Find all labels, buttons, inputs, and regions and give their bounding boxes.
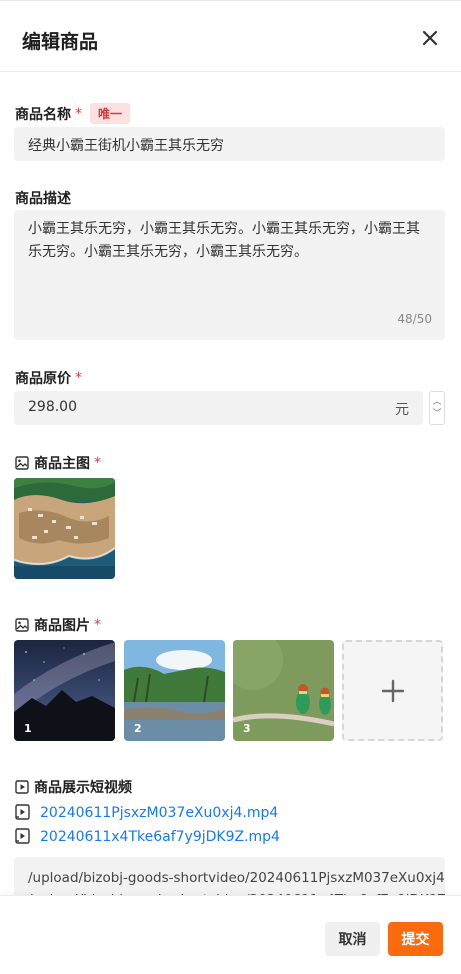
description-text: 小霸王其乐无穷，小霸王其乐无穷。小霸王其乐无穷，小霸王其乐无穷。小霸王其乐无穷，… xyxy=(28,221,420,260)
price-stepper[interactable]: ︿ ﹀ xyxy=(429,391,445,425)
video-file-link-1[interactable]: 20240611PjsxzM037eXu0xj4.mp4 xyxy=(15,804,278,821)
image-thumbnail-1[interactable]: 1 xyxy=(14,640,115,741)
images-label: 商品图片 * xyxy=(15,615,101,635)
coastal-town-photo xyxy=(14,478,115,579)
image-thumbnail-2[interactable]: 2 xyxy=(124,640,225,741)
price-unit: 元 xyxy=(395,402,409,418)
unique-badge: 唯一 xyxy=(90,103,131,124)
required-mark: * xyxy=(94,617,101,633)
dialog-header: 编辑商品 xyxy=(0,0,461,72)
image-thumbnail-3[interactable]: 3 xyxy=(233,640,334,741)
video-file-icon xyxy=(15,804,30,820)
required-mark: * xyxy=(75,105,82,122)
name-label: 商品名称 * 唯一 xyxy=(15,103,131,124)
required-mark: * xyxy=(75,370,82,386)
image-icon xyxy=(15,456,29,470)
add-image-button[interactable] xyxy=(342,640,443,741)
dialog-title: 编辑商品 xyxy=(22,31,99,53)
cancel-button[interactable]: 取消 xyxy=(325,922,380,956)
required-mark: * xyxy=(94,455,101,471)
image-index: 3 xyxy=(243,722,251,735)
plus-icon xyxy=(381,679,404,702)
char-count: 48/50 xyxy=(397,312,432,326)
videos-label: 商品展示短视频 xyxy=(15,777,132,797)
chevron-down-icon[interactable]: ﹀ xyxy=(432,408,441,420)
main-image-thumbnail[interactable] xyxy=(14,478,115,579)
price-input[interactable]: 298.00 元 xyxy=(14,391,423,425)
price-value: 298.00 xyxy=(28,399,77,415)
price-label: 商品原价 * xyxy=(15,370,82,387)
image-index: 2 xyxy=(134,722,142,735)
video-icon xyxy=(15,780,29,794)
image-index: 1 xyxy=(24,722,32,735)
close-icon[interactable] xyxy=(420,28,440,48)
image-icon xyxy=(15,618,29,632)
description-label: 商品描述 xyxy=(15,191,71,207)
submit-button[interactable]: 提交 xyxy=(388,922,443,956)
video-path: /upload/bizobj-goods-shortvideo/20240611… xyxy=(28,870,445,886)
video-file-link-2[interactable]: 20240611x4Tke6af7y9jDK9Z.mp4 xyxy=(15,828,280,845)
name-input[interactable]: 经典小霸王街机小霸王其乐无穷 xyxy=(14,127,445,161)
video-file-icon xyxy=(15,828,30,844)
description-textarea[interactable]: 小霸王其乐无穷，小霸王其乐无穷。小霸王其乐无穷，小霸王其乐无穷。小霸王其乐无穷，… xyxy=(14,210,445,340)
chevron-up-icon[interactable]: ︿ xyxy=(432,396,441,408)
main-image-label: 商品主图 * xyxy=(15,453,101,473)
dialog-footer: 取消 提交 xyxy=(0,895,461,974)
